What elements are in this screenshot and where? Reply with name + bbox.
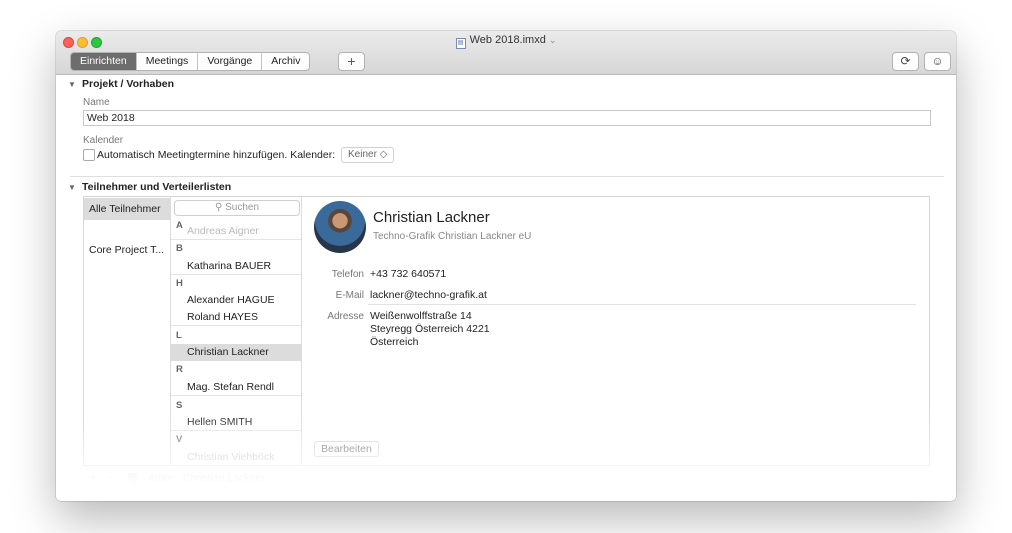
project-section-title: Projekt / Vorhaben [82,78,174,90]
contact-andreas-aigner[interactable]: Andreas Aigner [171,223,301,240]
participants-section-title: Teilnehmer und Verteilerlisten [82,181,232,193]
view-tabs: Einrichten Meetings Vorgänge Archiv [70,52,311,71]
window-title[interactable]: ▤ Web 2018.imxd ⌄ [56,34,956,49]
project-name-field[interactable]: Web 2018 [83,110,931,126]
letter-header-b: B [176,243,183,254]
title-bar: ▤ Web 2018.imxd ⌄ Einrichten Meetings Vorg… [56,31,956,75]
author-value[interactable]: Christian Lackner [183,472,265,484]
calendar-select[interactable]: Keiner ◇ [341,147,395,163]
smiley-icon[interactable]: ☺ [924,52,951,71]
contact-hellen-smith[interactable]: Hellen SMITH [171,414,301,431]
trash-icon[interactable]: 🗑 [126,472,139,485]
sidebar-item-alle-teilnehmer[interactable]: Alle Teilnehmer [84,198,170,220]
group-sidebar: Alle Teilnehmer Core Project T... [84,197,171,465]
contact-name: Christian Lackner [373,209,490,226]
tab-meetings[interactable]: Meetings [137,53,199,70]
phone-value[interactable]: +43 732 640571 [370,268,446,280]
avatar [314,201,366,253]
add-participant-button[interactable]: + [90,472,96,484]
letter-header-h: H [176,278,183,289]
contact-company: Techno-Grafik Christian Lackner eU [373,231,532,242]
contact-christian-viehboeck[interactable]: Christian Viehböck [171,449,301,466]
search-placeholder: Suchen [225,202,260,213]
contact-christian-lackner[interactable]: Christian Lackner [171,344,301,361]
chevron-down-icon: ⌄ [548,35,557,45]
email-value[interactable]: lackner@techno-grafik.at [370,289,487,301]
letter-header-r: R [176,364,183,375]
section-divider [70,176,944,177]
letter-header-l: L [176,330,182,341]
contact-detail: Christian Lackner Techno-Grafik Christia… [302,197,929,465]
search-input[interactable]: ⚲ Suchen [174,200,300,216]
disclosure-triangle-icon[interactable]: ▼ [68,80,82,89]
add-button[interactable]: + [338,52,365,71]
letter-header-s: S [176,400,183,411]
auto-meeting-checkbox[interactable] [83,149,95,161]
project-section-header[interactable]: ▼ Projekt / Vorhaben [68,78,174,90]
name-label: Name [83,97,110,108]
address-line-2[interactable]: Steyregg Österreich 4221 [370,323,490,335]
app-window: ▤ Web 2018.imxd ⌄ Einrichten Meetings Vorg… [56,31,956,501]
contact-alexander-hague[interactable]: Alexander HAGUE [171,292,301,309]
address-line-1[interactable]: Weißenwolffstraße 14 [370,310,472,322]
letter-header-v: V [176,434,183,445]
tab-einrichten[interactable]: Einrichten [71,53,137,70]
participants-panel: Alle Teilnehmer Core Project T... ⚲ Such… [83,196,930,466]
tab-archiv[interactable]: Archiv [262,53,309,70]
main-content: ▼ Projekt / Vorhaben Name Web 2018 Kalend… [56,75,956,501]
phone-label: Telefon [331,269,364,280]
document-icon: ▤ [455,38,466,49]
remove-participant-button[interactable]: − [108,472,114,484]
contact-roland-hayes[interactable]: Roland HAYES [171,309,301,326]
contact-list: ⚲ Suchen A Andreas Aigner B Katharina BA… [171,197,302,465]
calendar-label: Kalender [83,135,124,146]
participants-footer: + − 🗑 Autor: Christian Lackner [83,468,928,490]
sidebar-item-core-project[interactable]: Core Project T... [84,239,170,261]
email-label: E-Mail [335,290,364,301]
address-label: Adresse [327,311,364,322]
author-label: Autor: [148,472,177,484]
contact-stefan-rendl[interactable]: Mag. Stefan Rendl [171,379,301,396]
search-icon: ⚲ [214,202,223,213]
address-line-3[interactable]: Österreich [370,336,418,348]
edit-button[interactable]: Bearbeiten [314,441,379,457]
tab-vorgaenge[interactable]: Vorgänge [198,53,263,70]
participants-section-header[interactable]: ▼ Teilnehmer und Verteilerlisten [68,181,231,193]
window-title-text: Web 2018.imxd [469,34,546,46]
auto-meeting-checkbox-label: Automatisch Meetingtermine hinzufügen. K… [97,149,336,161]
detail-divider [368,304,916,305]
contact-katharina-bauer[interactable]: Katharina BAUER [171,258,301,275]
sync-icon[interactable]: ⟳ [892,52,919,71]
disclosure-triangle-icon[interactable]: ▼ [68,183,82,192]
